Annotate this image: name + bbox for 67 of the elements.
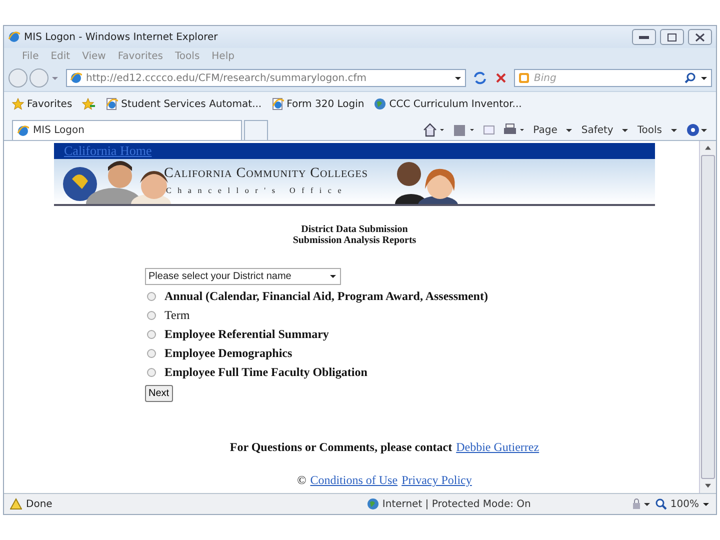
contact-link[interactable]: Debbie Gutierrez (456, 440, 540, 455)
footer-link[interactable]: Conditions of Use (310, 473, 398, 488)
window-title: MIS Logon - Windows Internet Explorer (24, 32, 219, 42)
feed-icon[interactable] (453, 123, 476, 137)
footer-link[interactable]: Privacy Policy (402, 473, 472, 488)
page-icon (106, 98, 118, 110)
caret-icon (565, 126, 574, 134)
maximize-button[interactable] (660, 29, 684, 45)
browser-icon (8, 31, 20, 43)
add-favorite-icon[interactable] (82, 98, 96, 110)
page-heading: Submission Analysis Reports (292, 235, 416, 246)
banner-subtitle: Chancellor's Office (166, 186, 348, 195)
zoom-icon (655, 498, 668, 510)
copyright-symbol: © (297, 473, 306, 488)
command-menu[interactable]: Page (533, 124, 558, 136)
option-label: Term (164, 308, 190, 322)
option-label: Annual (Calendar, Financial Aid, Program Award, Assessment) (164, 288, 488, 304)
page-icon (17, 124, 29, 136)
caret-icon (702, 500, 710, 508)
globe-icon (367, 498, 380, 510)
search-engine-icon (518, 72, 530, 84)
command-menu[interactable]: Tools (637, 124, 662, 136)
status-text: Done (26, 498, 54, 510)
close-icon (693, 32, 707, 42)
page-icon (70, 72, 82, 84)
scrollbar[interactable] (699, 141, 716, 493)
star-icon (12, 98, 24, 110)
caret-icon (328, 273, 336, 280)
caret-icon (621, 126, 630, 134)
refresh-icon[interactable] (472, 70, 488, 86)
warning-icon (10, 498, 22, 510)
print-icon[interactable] (503, 123, 526, 137)
option-label: Employee Full Time Faculty Obligation (164, 364, 368, 380)
contact-text: For Questions or Comments, please contact (230, 440, 452, 455)
favorite-link[interactable]: CCC Curriculum Inventor... (374, 98, 522, 110)
next-button[interactable]: Next (144, 385, 174, 402)
banner-title: California Community Colleges (164, 166, 368, 182)
favorite-link[interactable]: Student Services Automat... (106, 98, 262, 110)
globe-icon (374, 98, 386, 110)
minimize-icon (639, 36, 649, 38)
caret-icon (670, 126, 678, 134)
favorite-link[interactable]: Form 320 Login (272, 98, 364, 110)
radio-button[interactable] (146, 292, 156, 300)
option-label: Employee Demographics (164, 346, 292, 360)
favorites-button[interactable]: Favorites (12, 98, 72, 110)
page-heading: District Data Submission (301, 224, 408, 235)
radio-button[interactable] (146, 330, 156, 338)
stop-icon[interactable] (494, 71, 508, 85)
zoom-control[interactable]: 100% (655, 498, 710, 510)
minimize-button[interactable] (632, 29, 656, 45)
scrollbar-thumb[interactable] (701, 154, 715, 480)
radio-button[interactable] (146, 348, 156, 358)
option-label: Employee Referential Summary (164, 326, 329, 342)
command-menu[interactable]: Safety (581, 124, 614, 136)
security-zone: Internet | Protected Mode: On (382, 498, 531, 510)
home-icon[interactable] (423, 123, 446, 137)
browser-tab[interactable]: MIS Logon (12, 120, 242, 140)
lock-icon[interactable] (631, 498, 652, 510)
help-icon[interactable] (686, 123, 708, 137)
search-icon[interactable] (684, 72, 696, 84)
radio-button[interactable] (146, 310, 156, 320)
district-dropdown[interactable]: Please select your District name (144, 268, 340, 285)
maximize-icon (665, 32, 679, 42)
radio-button[interactable] (146, 368, 156, 376)
page-icon (272, 98, 284, 110)
address-field[interactable]: http://ed12.cccco.edu/CFM/research/summarylogon.cfm (66, 69, 466, 87)
close-button[interactable] (688, 29, 712, 45)
